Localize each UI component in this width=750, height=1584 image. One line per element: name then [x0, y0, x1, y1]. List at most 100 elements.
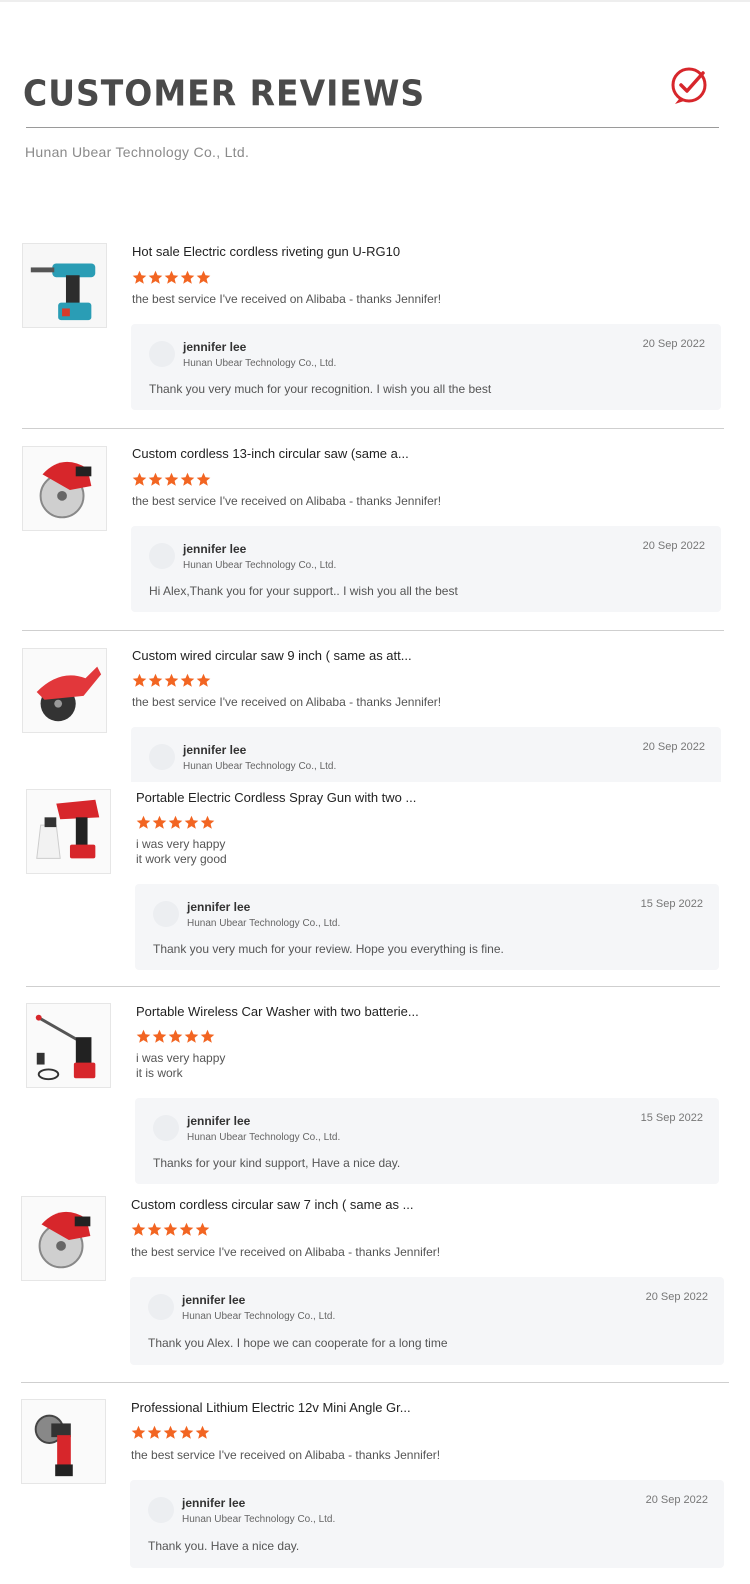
title-divider [26, 127, 719, 128]
reply-date: 20 Sep 2022 [645, 1291, 708, 1303]
star-icon [132, 472, 147, 487]
seller-reply: jennifer lee Hunan Ubear Technology Co.,… [135, 884, 719, 970]
riveting-gun-image[interactable] [22, 243, 107, 328]
product-title[interactable]: Custom cordless circular saw 7 inch ( sa… [131, 1197, 413, 1212]
star-icon [148, 472, 163, 487]
review-comment: the best service I've received on Alibab… [132, 695, 442, 709]
star-icon [163, 1222, 178, 1237]
star-icon [163, 1425, 178, 1440]
star-icon [195, 1222, 210, 1237]
rating-stars [132, 673, 211, 688]
rating-stars [131, 1222, 210, 1237]
reply-date: 15 Sep 2022 [640, 898, 703, 910]
star-icon [200, 815, 215, 830]
reply-company: Hunan Ubear Technology Co., Ltd. [183, 358, 337, 369]
avatar [149, 341, 175, 367]
rating-stars [132, 270, 211, 285]
star-icon [164, 673, 179, 688]
star-icon [179, 1425, 194, 1440]
reply-company: Hunan Ubear Technology Co., Ltd. [183, 560, 337, 571]
reply-date: 15 Sep 2022 [640, 1112, 703, 1124]
seller-reply: jennifer lee Hunan Ubear Technology Co.,… [135, 1098, 719, 1184]
review-comment: the best service I've received on Alibab… [132, 292, 442, 306]
company-name: Hunan Ubear Technology Co., Ltd. [25, 144, 250, 160]
review-divider [22, 428, 724, 429]
reply-author: jennifer lee [182, 1496, 246, 1510]
review-comment: the best service I've received on Alibab… [131, 1448, 441, 1462]
seller-reply: jennifer lee Hunan Ubear Technology Co.,… [131, 727, 721, 782]
reply-date: 20 Sep 2022 [642, 741, 705, 753]
reply-author: jennifer lee [183, 542, 247, 556]
check-circle-icon [670, 66, 710, 106]
star-icon [131, 1222, 146, 1237]
star-icon [131, 1425, 146, 1440]
reply-date: 20 Sep 2022 [645, 1494, 708, 1506]
reply-author: jennifer lee [187, 1114, 251, 1128]
star-icon [136, 1029, 151, 1044]
rating-stars [136, 1029, 215, 1044]
car-washer-image[interactable] [26, 1003, 111, 1088]
reply-company: Hunan Ubear Technology Co., Ltd. [187, 1132, 341, 1143]
star-icon [148, 270, 163, 285]
avatar [153, 901, 179, 927]
reply-author: jennifer lee [187, 900, 251, 914]
reply-text: Thank you Alex. I hope we can cooperate … [148, 1336, 448, 1350]
review-comment: i was very happy it work very good [136, 837, 227, 866]
product-title[interactable]: Professional Lithium Electric 12v Mini A… [131, 1400, 411, 1415]
top-border [0, 0, 750, 2]
star-icon [147, 1222, 162, 1237]
seller-reply: jennifer lee Hunan Ubear Technology Co.,… [131, 526, 721, 612]
reply-company: Hunan Ubear Technology Co., Ltd. [182, 1311, 336, 1322]
star-icon [132, 270, 147, 285]
star-icon [180, 673, 195, 688]
avatar [149, 744, 175, 770]
star-icon [195, 1425, 210, 1440]
review-comment: the best service I've received on Alibab… [131, 1245, 441, 1259]
avatar [149, 543, 175, 569]
star-icon [132, 673, 147, 688]
review-card: Portable Electric Cordless Spray Gun wit… [0, 782, 750, 988]
review-card: Hot sale Electric cordless riveting gun … [0, 236, 750, 432]
circular-saw-7-image[interactable] [21, 1196, 106, 1281]
star-icon [200, 1029, 215, 1044]
reply-text: Thank you very much for your recognition… [149, 382, 492, 396]
star-icon [180, 270, 195, 285]
reply-text: Hi Alex,Thank you for your support.. I w… [149, 584, 458, 598]
star-icon [148, 673, 163, 688]
star-icon [152, 815, 167, 830]
reply-date: 20 Sep 2022 [642, 338, 705, 350]
reply-company: Hunan Ubear Technology Co., Ltd. [183, 761, 337, 772]
reply-company: Hunan Ubear Technology Co., Ltd. [182, 1514, 336, 1525]
spray-gun-image[interactable] [26, 789, 111, 874]
wired-circular-saw-image[interactable] [22, 648, 107, 733]
star-icon [184, 815, 199, 830]
review-divider [26, 986, 720, 987]
circular-saw-image[interactable] [22, 446, 107, 531]
reply-text: Thank you very much for your review. Hop… [153, 942, 504, 956]
star-icon [164, 472, 179, 487]
review-divider [22, 630, 724, 631]
page-title: CUSTOMER REVIEWS [23, 72, 426, 115]
product-title[interactable]: Portable Wireless Car Washer with two ba… [136, 1004, 419, 1019]
reply-author: jennifer lee [182, 1293, 246, 1307]
product-title[interactable]: Custom cordless 13-inch circular saw (sa… [132, 446, 409, 461]
star-icon [168, 1029, 183, 1044]
review-card: Professional Lithium Electric 12v Mini A… [0, 1392, 750, 1584]
angle-grinder-image[interactable] [21, 1399, 106, 1484]
avatar [153, 1115, 179, 1141]
rating-stars [136, 815, 215, 830]
review-card: Portable Wireless Car Washer with two ba… [0, 996, 750, 1188]
product-title[interactable]: Custom wired circular saw 9 inch ( same … [132, 648, 412, 663]
avatar [148, 1294, 174, 1320]
avatar [148, 1497, 174, 1523]
product-title[interactable]: Portable Electric Cordless Spray Gun wit… [136, 790, 416, 805]
reply-company: Hunan Ubear Technology Co., Ltd. [187, 918, 341, 929]
reply-text: Thanks for your kind support, Have a nic… [153, 1156, 401, 1170]
star-icon [168, 815, 183, 830]
star-icon [196, 270, 211, 285]
star-icon [152, 1029, 167, 1044]
product-title[interactable]: Hot sale Electric cordless riveting gun … [132, 244, 400, 259]
review-comment: i was very happy it is work [136, 1051, 226, 1080]
seller-reply: jennifer lee Hunan Ubear Technology Co.,… [131, 324, 721, 410]
review-card: Custom cordless circular saw 7 inch ( sa… [0, 1189, 750, 1389]
